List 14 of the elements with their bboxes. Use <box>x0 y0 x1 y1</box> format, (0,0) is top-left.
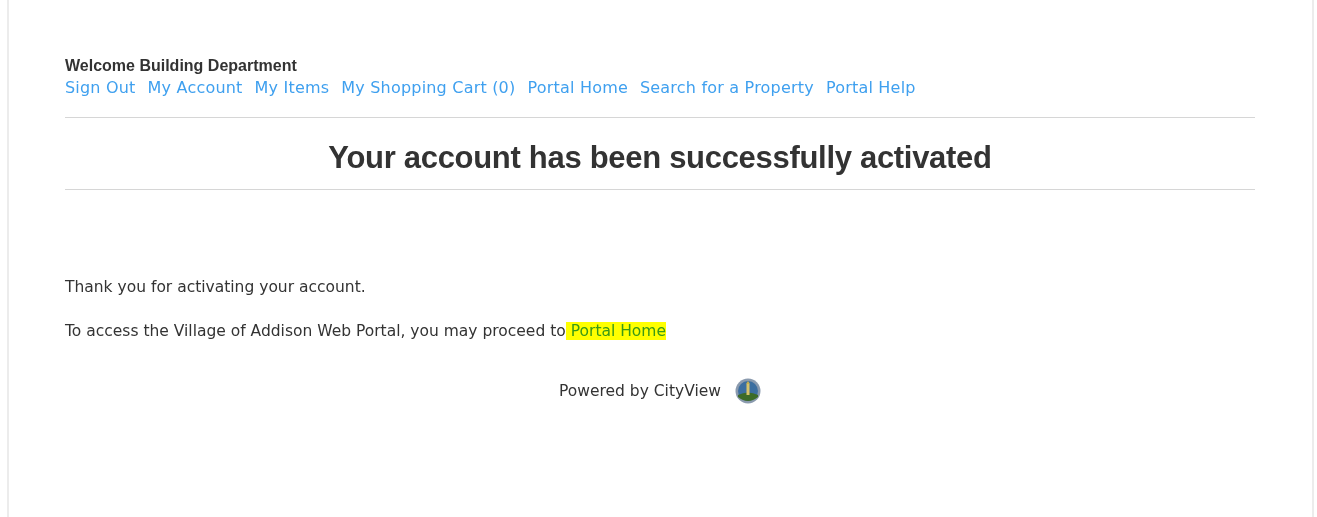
tower-emblem-icon <box>734 378 761 404</box>
nav-link[interactable]: My Shopping Cart (0) <box>341 78 516 97</box>
nav-link[interactable]: Portal Home <box>527 78 628 97</box>
welcome-text: Welcome Building Department <box>65 57 297 75</box>
nav-link[interactable]: My Account <box>147 78 243 97</box>
portal-home-link[interactable]: Portal Home <box>565 322 666 340</box>
message-text: Thank you for activating your account. <box>65 278 366 296</box>
nav-link[interactable]: Search for a Property <box>639 78 814 97</box>
page-title: Your account has been successfully activated <box>327 139 993 177</box>
access-text: To access the Village of Addison Web Portal, you may proceed to Portal Home <box>65 322 666 340</box>
nav-link[interactable]: Portal Help <box>825 78 916 97</box>
nav-link[interactable]: Sign Out <box>65 78 136 97</box>
nav-link[interactable]: My Items <box>254 78 330 97</box>
powered-by-text: Powered by CityView <box>559 382 721 400</box>
